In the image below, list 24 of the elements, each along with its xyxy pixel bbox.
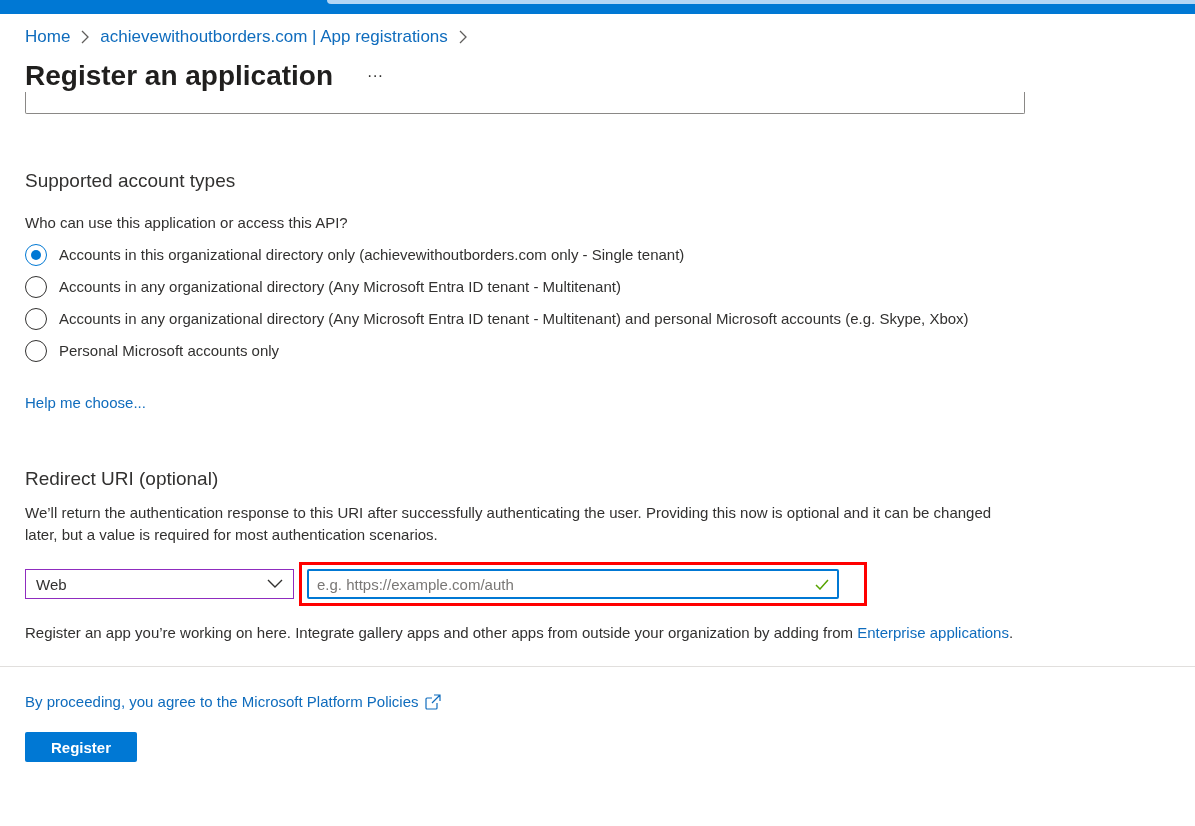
section-heading: Redirect URI (optional) (25, 468, 220, 490)
chevron-right-icon (457, 30, 468, 44)
external-link-icon (424, 693, 441, 710)
section-heading: Supported account types (25, 170, 237, 192)
chevron-right-icon (80, 30, 91, 44)
page-title: Register an application (25, 60, 334, 92)
input-field[interactable] (25, 92, 1025, 114)
radio-label: Accounts in any organizational directory (Any Microsoft Entra ID tenant - Multitenant) (59, 277, 621, 297)
policy-link[interactable]: By proceeding, you agree to the Microsoft Platform Policies (25, 693, 419, 710)
breadcrumb-link[interactable]: achievewithoutborders.com | App registrations (100, 27, 448, 47)
help-link[interactable]: Help me choose... (25, 394, 146, 411)
question-text: Who can use this application or access this API? (25, 213, 349, 233)
radio-label: Accounts in this organizational directory only (achievewithoutborders.com only - Single tenant) (59, 245, 685, 265)
register-button[interactable]: Register (25, 732, 137, 762)
uri-input-field[interactable]: e.g. https://example.com/auth (307, 569, 839, 599)
note-text: Register an app you’re working on here. Integrate gallery apps and other apps from outside your organization by adding from Enterprise applications. (25, 623, 1015, 643)
enterprise-link[interactable]: Enterprise applications (857, 624, 1009, 641)
radio-label: Personal Microsoft accounts only (59, 341, 280, 361)
platform-dropdown[interactable]: Web (25, 569, 294, 599)
radio-label: Accounts in any organizational directory (Any Microsoft Entra ID tenant - Multitenant) and personal Microsoft accounts (e.g. Skype, Xbox) (59, 309, 969, 329)
description-text: We’ll return the authentication response to this URI after successfully authenticating the user. Providing this now is optional and it can be changed later, but a value is required for most authentication scenarios. (25, 503, 993, 545)
chevron-down-icon (267, 579, 283, 589)
breadcrumb-link[interactable]: Home (25, 27, 71, 47)
more-button[interactable]: ··· (363, 67, 388, 85)
